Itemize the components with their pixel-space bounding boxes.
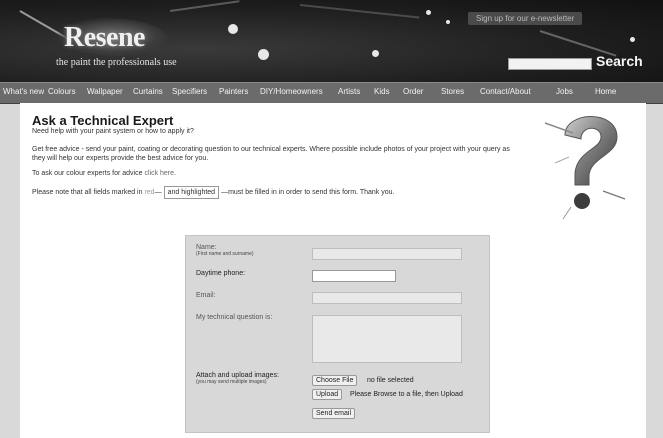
attach-label-text: Attach and upload images: [196,372,279,379]
no-file-status: no file selected [367,377,414,384]
nav-item-specifiers[interactable]: Specifiers [172,87,207,96]
upload-hint: Please Browse to a file, then Upload [350,391,463,398]
page-title: Ask a Technical Expert [32,113,174,128]
nav-item-jobs[interactable]: Jobs [556,87,573,96]
header-banner: Resene the paint the professionals use S… [0,0,663,82]
page-subtitle: Need help with your paint system or how … [32,128,194,135]
nav-item-kids[interactable]: Kids [374,87,390,96]
nav-item-diy-homeowners[interactable]: DIY/Homeowners [260,87,323,96]
paint-splat [258,49,269,60]
note-suffix: —must be filled in in order to send this… [221,189,395,196]
name-input[interactable] [312,248,462,260]
newsletter-link[interactable]: Sign up for our e-newsletter [468,12,583,25]
resene-logo[interactable]: Resene [64,22,145,54]
logo-tagline: the paint the professionals use [56,57,177,68]
paint-splat [426,10,431,15]
phone-input[interactable] [312,270,396,282]
phone-label: Daytime phone: [196,270,246,277]
note-dash: — [154,189,162,196]
nav-item-colours[interactable]: Colours [48,87,76,96]
choose-file-button[interactable]: Choose File [312,375,358,386]
paint-streak [299,4,420,19]
main-nav: What's new Colours Wallpaper Curtains Sp… [0,82,663,104]
paint-splat [446,20,450,24]
nav-item-artists[interactable]: Artists [338,87,360,96]
colour-advice-line: To ask our colour experts for advice cli… [32,169,510,178]
question-mark-graphic [544,116,626,220]
note-text: Please note that all fields marked in [32,189,145,196]
upload-button[interactable]: Upload [312,389,343,400]
email-label: Email: [196,292,216,299]
nav-item-curtains[interactable]: Curtains [133,87,163,96]
note-highlight-sample: and highlighted [163,186,220,199]
paint-streak [169,0,240,12]
required-fields-note: Please note that all fields marked in re… [32,186,510,199]
paint-splat [630,37,635,42]
attach-hint: (you may send multiple images) [196,379,267,385]
nav-item-contact-about[interactable]: Contact/About [480,87,531,96]
colour-advice-suffix: . [174,170,176,177]
intro-paragraph: Get free advice - send your paint, coati… [32,146,510,162]
colour-advice-text: To ask our colour experts for advice [32,170,145,177]
nav-item-home[interactable]: Home [595,87,616,96]
note-red-text: red [144,189,155,196]
question-label: My technical question is: [196,314,273,321]
search-button[interactable]: Search [596,53,643,69]
name-label-text: Name: [196,244,217,251]
paint-splat [228,24,238,34]
question-form: Name: (First name and surname) Daytime p… [185,235,490,433]
paint-splat [372,50,379,57]
search-input[interactable] [508,58,592,70]
attach-label: Attach and upload images: (you may send … [196,372,279,385]
nav-item-order[interactable]: Order [403,87,423,96]
nav-item-whats-new[interactable]: What's new [3,87,44,96]
nav-item-wallpaper[interactable]: Wallpaper [87,87,123,96]
email-input[interactable] [312,292,462,304]
colour-advice-link[interactable]: click here [144,170,174,177]
name-hint: (First name and surname) [196,251,254,257]
send-email-button[interactable]: Send email [312,408,356,419]
nav-item-painters[interactable]: Painters [219,87,248,96]
question-textarea[interactable] [312,315,462,363]
nav-item-stores[interactable]: Stores [441,87,464,96]
name-label: Name: (First name and surname) [196,244,254,257]
main-content: Ask a Technical Expert Need help with yo… [20,103,646,438]
